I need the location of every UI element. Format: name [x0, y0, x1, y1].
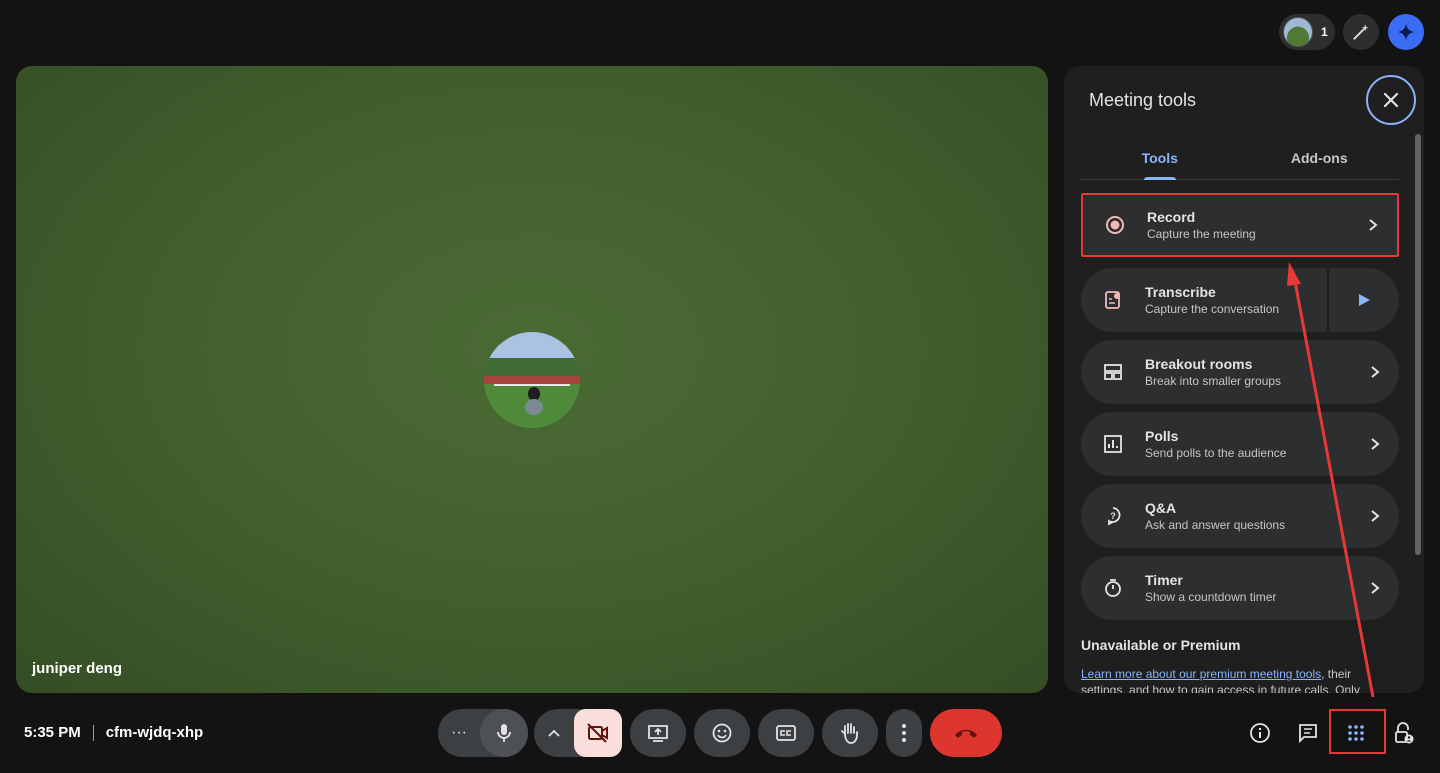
panel-tabs: Tools Add-ons — [1080, 136, 1399, 180]
tool-title: Timer — [1145, 572, 1183, 588]
chat-button[interactable] — [1288, 713, 1328, 753]
chevron-up-icon — [548, 729, 560, 737]
svg-text:?: ? — [1110, 511, 1116, 521]
record-icon — [1106, 216, 1124, 234]
chevron-right-icon — [1371, 366, 1380, 378]
microphone-button[interactable] — [480, 709, 528, 757]
tool-breakout-rooms[interactable]: Breakout rooms Break into smaller groups — [1081, 340, 1399, 404]
participant-avatar — [484, 332, 580, 428]
reactions-button[interactable] — [694, 709, 750, 757]
panel-title: Meeting tools — [1089, 90, 1197, 110]
host-controls-button[interactable] — [1384, 713, 1424, 753]
premium-tools-link[interactable]: Learn more about our premium meeting too… — [1081, 667, 1321, 681]
tool-polls[interactable]: Polls Send polls to the audience — [1081, 412, 1399, 476]
tool-title: Q&A — [1145, 500, 1177, 516]
more-vertical-icon — [902, 724, 906, 742]
gemini-button[interactable] — [1388, 14, 1424, 50]
leave-call-button[interactable] — [930, 709, 1002, 757]
top-bar: 1 — [0, 0, 1440, 66]
microphone-icon — [497, 724, 511, 742]
participant-name: juniper deng — [32, 660, 122, 677]
video-settings-button[interactable] — [534, 729, 574, 737]
tool-title: Record — [1147, 209, 1196, 225]
premium-description: Learn more about our premium meeting too… — [1081, 666, 1399, 693]
tool-subtitle: Show a countdown timer — [1145, 590, 1277, 604]
captions-button[interactable] — [758, 709, 814, 757]
present-screen-button[interactable] — [630, 709, 686, 757]
meeting-code[interactable]: cfm-wjdq-xhp — [106, 724, 204, 741]
chevron-right-icon — [1371, 582, 1380, 594]
breakout-rooms-icon — [1104, 364, 1122, 380]
microphone-control: ··· — [438, 709, 528, 757]
start-transcribe-button[interactable] — [1327, 268, 1399, 332]
raise-hand-icon — [841, 723, 858, 744]
camera-off-icon — [587, 723, 608, 743]
tool-subtitle: Send polls to the audience — [1145, 446, 1287, 460]
chevron-right-icon — [1371, 438, 1380, 450]
polls-icon — [1104, 435, 1122, 453]
close-icon — [1383, 92, 1399, 108]
more-options-button[interactable] — [886, 709, 922, 757]
raise-hand-button[interactable] — [822, 709, 878, 757]
transcribe-icon — [1105, 291, 1120, 309]
qa-icon: ? — [1108, 507, 1121, 526]
audio-settings-button[interactable]: ··· — [438, 724, 480, 742]
meeting-tools-panel: Meeting tools Tools Add-ons Record Captu… — [1064, 66, 1424, 693]
close-panel-button[interactable] — [1366, 75, 1416, 125]
emoji-icon — [712, 723, 732, 743]
tool-subtitle: Break into smaller groups — [1145, 374, 1282, 388]
panel-scrollbar[interactable] — [1415, 134, 1421, 555]
annotation-highlight-box — [1329, 709, 1386, 754]
tool-subtitle: Ask and answer questions — [1145, 518, 1286, 532]
tool-record[interactable]: Record Capture the meeting — [1081, 193, 1399, 257]
participant-video-tile: juniper deng — [16, 66, 1048, 693]
avatar — [1283, 17, 1313, 47]
sparkle-icon — [1397, 23, 1415, 41]
tool-title: Polls — [1145, 428, 1179, 444]
participant-count: 1 — [1321, 25, 1328, 39]
play-icon — [1359, 294, 1370, 306]
effects-button[interactable] — [1343, 14, 1379, 50]
present-screen-icon — [648, 725, 668, 742]
current-time: 5:35 PM — [24, 724, 81, 741]
chevron-right-icon — [1371, 510, 1380, 522]
end-call-icon — [955, 729, 977, 738]
meeting-info: 5:35 PM cfm-wjdq-xhp — [24, 724, 203, 741]
chat-icon — [1299, 724, 1317, 744]
tool-transcribe[interactable]: Transcribe Capture the conversation — [1081, 268, 1399, 332]
unavailable-heading: Unavailable or Premium — [1081, 637, 1241, 653]
divider — [92, 724, 94, 741]
bottom-bar: 5:35 PM cfm-wjdq-xhp ··· — [0, 693, 1440, 773]
host-lock-icon — [1395, 722, 1414, 744]
timer-icon — [1105, 579, 1121, 597]
tab-add-ons[interactable]: Add-ons — [1240, 136, 1400, 179]
info-icon — [1250, 723, 1270, 743]
tool-qa[interactable]: ? Q&A Ask and answer questions — [1081, 484, 1399, 548]
magic-wand-icon — [1353, 24, 1369, 40]
captions-icon — [776, 725, 796, 741]
tab-tools[interactable]: Tools — [1080, 136, 1240, 180]
tool-subtitle: Capture the meeting — [1147, 227, 1256, 241]
meeting-details-button[interactable] — [1240, 713, 1280, 753]
tool-timer[interactable]: Timer Show a countdown timer — [1081, 556, 1399, 620]
camera-off-button[interactable] — [574, 709, 622, 757]
tool-title: Breakout rooms — [1145, 356, 1253, 372]
chevron-right-icon — [1369, 219, 1378, 231]
camera-control — [534, 709, 622, 757]
participants-chip[interactable]: 1 — [1279, 14, 1335, 50]
